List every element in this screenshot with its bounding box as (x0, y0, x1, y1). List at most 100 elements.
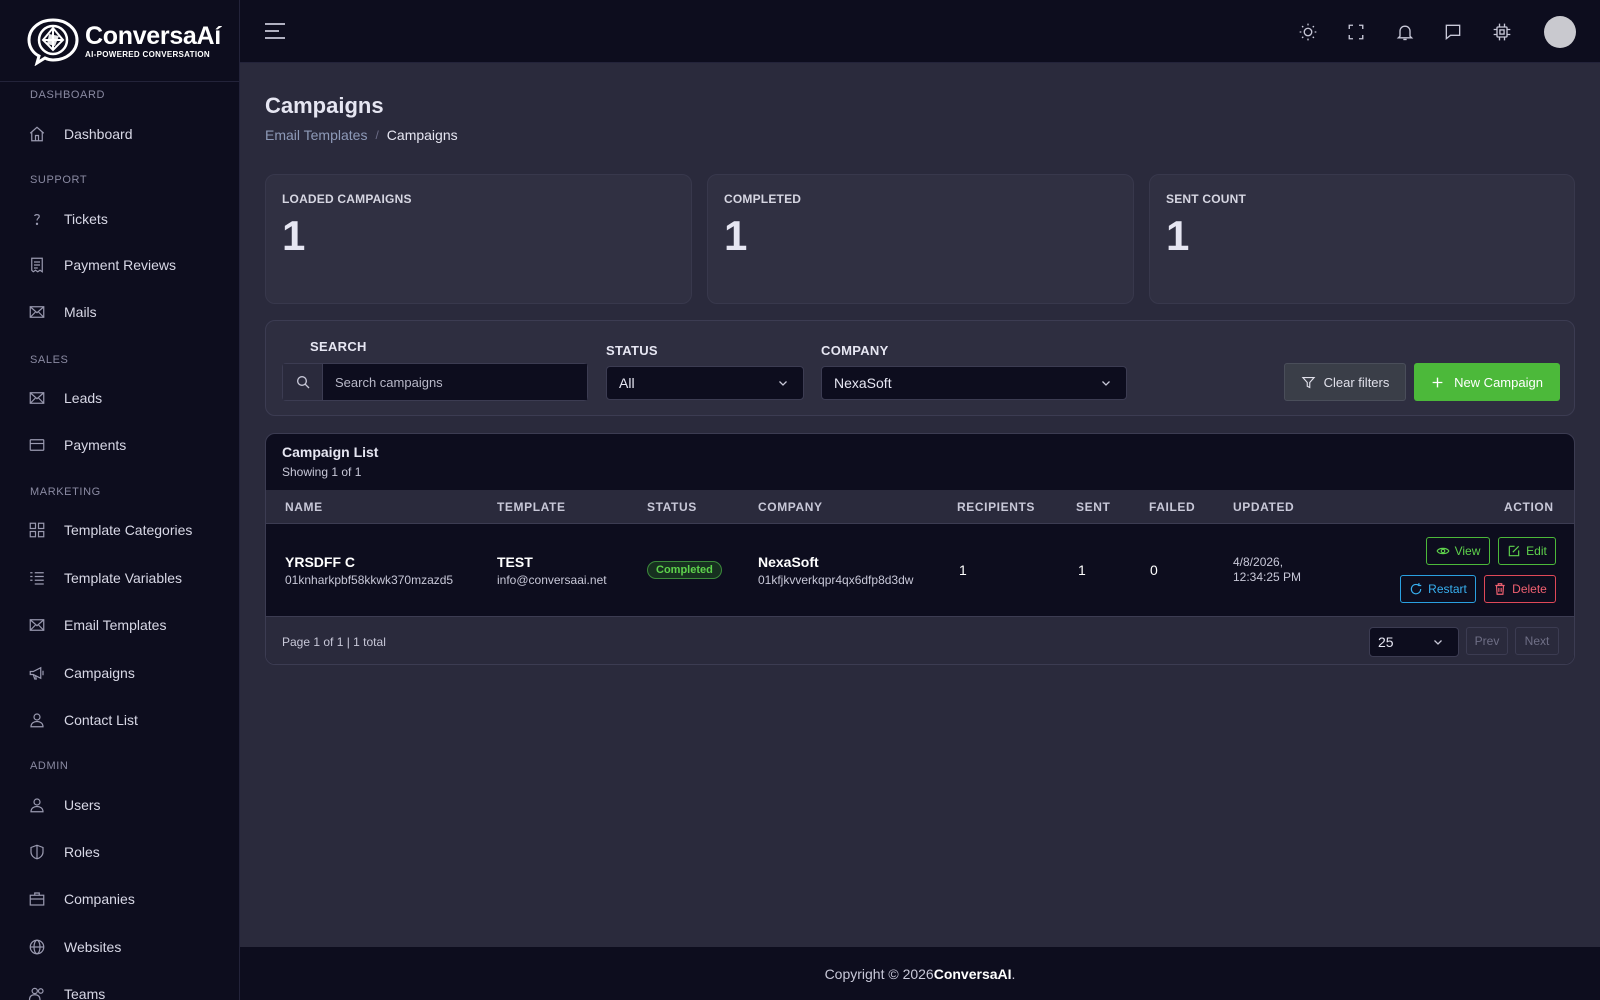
fullscreen-icon[interactable] (1344, 20, 1368, 44)
sidebar: ConversaAí AI-POWERED CONVERSATION DASHB… (0, 0, 240, 1000)
nav-section-sales: SALES (30, 354, 69, 366)
recipients-count: 1 (959, 562, 967, 578)
trash-icon (1495, 583, 1505, 595)
brand-logo-icon (27, 17, 79, 66)
restart-button[interactable]: Restart (1400, 575, 1476, 603)
filter-panel: SEARCH STATUS All COMPANY NexaSoft Clear… (265, 320, 1575, 416)
new-campaign-label: New Campaign (1454, 374, 1543, 390)
column-header-failed: FAILED (1149, 500, 1196, 514)
nav-section-support: SUPPORT (30, 174, 88, 186)
sidebar-item-label: Email Templates (64, 617, 167, 633)
chat-icon[interactable] (1441, 20, 1465, 44)
avatar[interactable] (1544, 16, 1576, 48)
sidebar-item-label: Companies (64, 891, 135, 907)
sidebar-item-template-categories[interactable]: Template Categories (0, 512, 239, 548)
nav-section-admin: ADMIN (30, 760, 69, 772)
campaign-list: Campaign List Showing 1 of 1 NAME TEMPLA… (265, 433, 1575, 665)
stat-label: SENT COUNT (1166, 192, 1246, 206)
grid-icon (27, 520, 47, 540)
status-badge: Completed (647, 561, 722, 579)
sidebar-item-users[interactable]: Users (0, 787, 239, 823)
campaign-list-title: Campaign List (282, 444, 379, 460)
search-input[interactable] (323, 363, 588, 401)
sidebar-item-teams[interactable]: Teams (0, 976, 239, 1000)
updated-date: 4/8/2026, (1233, 555, 1284, 569)
search-label: SEARCH (310, 339, 367, 354)
bell-icon[interactable] (1393, 20, 1417, 44)
column-header-company: COMPANY (758, 500, 823, 514)
nav-section-marketing: MARKETING (30, 486, 101, 498)
chip-icon[interactable] (1490, 20, 1514, 44)
brand-logo[interactable]: ConversaAí AI-POWERED CONVERSATION (0, 0, 239, 82)
shield-icon (27, 842, 47, 862)
sidebar-item-email-templates[interactable]: Email Templates (0, 607, 239, 643)
column-header-template: TEMPLATE (497, 500, 566, 514)
user-icon (27, 795, 47, 815)
table-footer: Page 1 of 1 | 1 total 25 Prev Next (266, 617, 1574, 664)
stat-value: 1 (1166, 212, 1190, 259)
search-box (282, 363, 588, 401)
mail-icon (27, 388, 47, 408)
sidebar-item-template-variables[interactable]: Template Variables (0, 560, 239, 596)
sidebar-item-leads[interactable]: Leads (0, 380, 239, 416)
company-id: 01kfjkvverkqpr4qx6dfp8d3dw (758, 573, 914, 587)
page-size-select[interactable]: 25 (1369, 627, 1459, 657)
stat-card-sent-count: SENT COUNT 1 (1149, 174, 1575, 304)
plus-icon (1432, 377, 1443, 387)
mail-icon (27, 302, 47, 322)
template-name: TEST (497, 554, 533, 570)
eye-icon (1436, 547, 1450, 555)
home-icon (27, 124, 47, 144)
breadcrumb: Email Templates / Campaigns (265, 127, 458, 143)
campaign-id: 01knharkpbf58kkwk370mzazd5 (285, 573, 454, 587)
chevron-down-icon (1102, 381, 1110, 386)
question-icon (27, 209, 47, 229)
sidebar-item-payment-reviews[interactable]: Payment Reviews (0, 247, 239, 283)
sun-icon[interactable] (1296, 20, 1320, 44)
breadcrumb-email-templates[interactable]: Email Templates (265, 127, 367, 143)
search-icon[interactable] (282, 363, 323, 401)
sidebar-item-label: Mails (64, 304, 97, 320)
view-button[interactable]: View (1426, 537, 1490, 565)
sidebar-item-campaigns[interactable]: Campaigns (0, 655, 239, 691)
edit-button[interactable]: Edit (1498, 537, 1556, 565)
user-icon (27, 710, 47, 730)
sidebar-item-roles[interactable]: Roles (0, 834, 239, 870)
company-select[interactable]: NexaSoft (821, 366, 1127, 400)
sidebar-item-payments[interactable]: Payments (0, 427, 239, 463)
view-label: View (1454, 544, 1481, 558)
globe-icon (27, 937, 47, 957)
delete-label: Delete (1512, 582, 1547, 596)
sidebar-item-websites[interactable]: Websites (0, 929, 239, 965)
delete-button[interactable]: Delete (1484, 575, 1556, 603)
sidebar-item-label: Websites (64, 939, 122, 955)
sidebar-item-dashboard[interactable]: Dashboard (0, 116, 239, 152)
restart-label: Restart (1428, 582, 1467, 596)
new-campaign-button[interactable]: New Campaign (1414, 363, 1560, 401)
sidebar-item-tickets[interactable]: Tickets (0, 201, 239, 237)
chevron-down-icon (1434, 640, 1442, 645)
column-header-status: STATUS (647, 500, 697, 514)
clear-filters-button[interactable]: Clear filters (1284, 363, 1406, 401)
status-select[interactable]: All (606, 366, 804, 400)
status-label: STATUS (606, 343, 658, 358)
next-page-button[interactable]: Next (1515, 627, 1559, 655)
sidebar-item-contact-list[interactable]: Contact List (0, 702, 239, 738)
stat-label: COMPLETED (724, 192, 802, 206)
topbar (240, 0, 1600, 63)
sidebar-item-companies[interactable]: Companies (0, 881, 239, 917)
hamburger-icon[interactable] (264, 22, 286, 40)
column-header-name: NAME (285, 500, 323, 514)
sidebar-item-label: Roles (64, 844, 100, 860)
footer-suffix: . (1011, 965, 1016, 982)
template-email: info@conversaai.net (497, 573, 607, 587)
sent-count: 1 (1078, 562, 1086, 578)
company-label: COMPANY (821, 343, 889, 358)
edit-icon (1508, 545, 1520, 557)
stat-card-completed: COMPLETED 1 (707, 174, 1134, 304)
stat-card-loaded-campaigns: LOADED CAMPAIGNS 1 (265, 174, 692, 304)
sidebar-item-label: Campaigns (64, 665, 135, 681)
edit-label: Edit (1526, 544, 1547, 558)
prev-page-button[interactable]: Prev (1466, 627, 1508, 655)
sidebar-item-mails[interactable]: Mails (0, 294, 239, 330)
